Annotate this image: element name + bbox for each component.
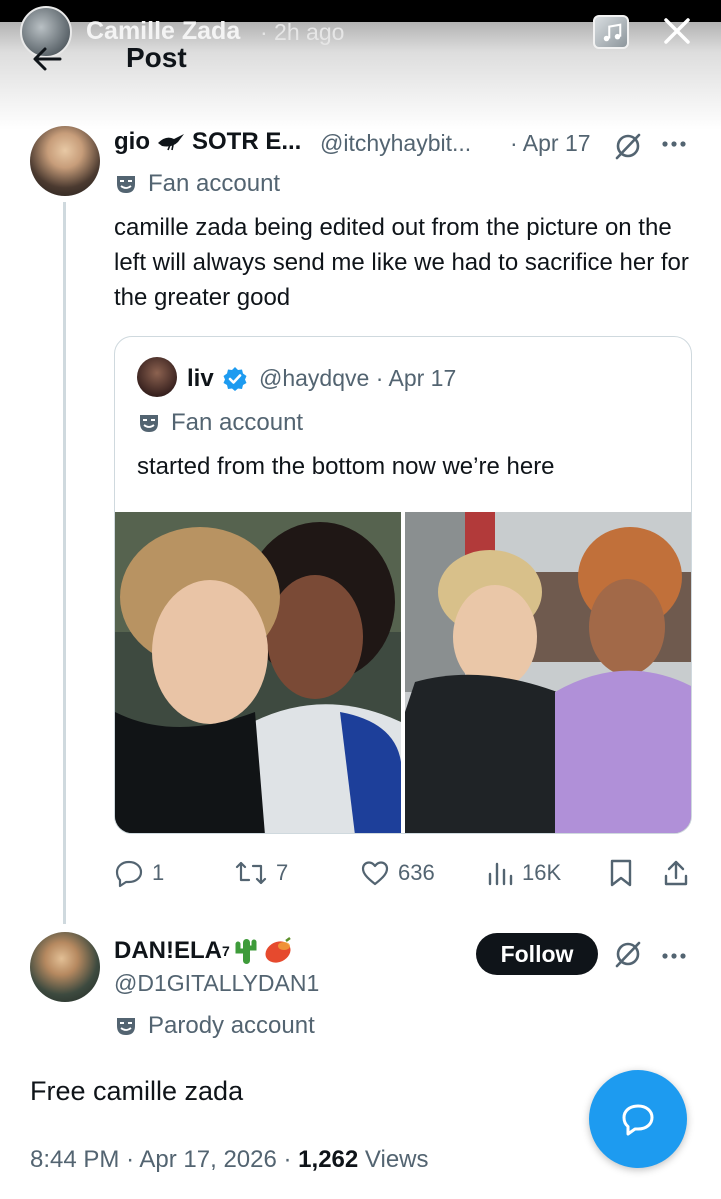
more-options-icon[interactable]: [660, 944, 688, 973]
reply-post-text: Free camille zada: [30, 1076, 244, 1106]
heart-icon: [361, 861, 389, 886]
cactus-emoji-icon: [235, 939, 257, 964]
verified-badge-icon: [221, 365, 249, 398]
story-timestamp: · 2h ago: [260, 19, 345, 45]
original-post-text: camille zada being edited out from the p…: [114, 214, 689, 311]
account-label: Fan account: [114, 170, 280, 198]
reply-post-meta: 8:44 PM · Apr 17, 2026 · 1,262 Views: [30, 1146, 429, 1174]
original-post-date[interactable]: · Apr 17: [510, 130, 591, 157]
repost-icon: [235, 861, 267, 885]
mango-emoji-icon: [265, 937, 291, 963]
compose-reply-button[interactable]: [589, 1070, 687, 1168]
repost-count: 7: [276, 860, 289, 885]
quoted-post-card[interactable]: liv @haydqve · Apr 17 Fan account starte…: [114, 336, 692, 834]
reply-display-name-superscript: 7: [222, 943, 230, 959]
reply-views-count: 1,262: [298, 1146, 359, 1173]
reply-views-label: Views: [364, 1146, 429, 1173]
quoted-photo-right[interactable]: [405, 512, 691, 833]
like-count: 636: [398, 860, 435, 885]
reply-account-label-text: Parody account: [148, 1012, 315, 1039]
follow-button[interactable]: Follow: [476, 933, 598, 975]
quoted-post-text: started from the bottom now we’re here: [137, 453, 555, 480]
display-name-suffix: SOTR E...: [192, 128, 302, 155]
views-count: 16K: [522, 860, 562, 885]
repost-button[interactable]: 7: [234, 858, 288, 888]
more-options-icon[interactable]: [660, 132, 688, 161]
reply-post-date: · Apr 17, 2026 ·: [126, 1146, 292, 1173]
reply-account-label: Parody account: [114, 1012, 315, 1040]
page-title: Post: [126, 42, 187, 73]
quoted-post-avatar: [137, 357, 177, 397]
display-name-text: gio: [114, 128, 150, 155]
back-arrow-icon[interactable]: [30, 44, 64, 74]
quoted-post-display-name: liv: [187, 365, 214, 392]
reply-post-time: 8:44 PM: [30, 1146, 120, 1173]
views-chart-icon: [488, 862, 513, 886]
quoted-post-handle: @haydqve: [259, 365, 370, 391]
reply-count: 1: [152, 860, 165, 885]
quoted-account-label: Fan account: [137, 409, 303, 437]
theater-masks-icon: [117, 176, 135, 193]
reply-display-name-text: DAN!ELA: [114, 937, 222, 964]
quoted-account-label-text: Fan account: [171, 409, 304, 436]
reply-bubble-icon: [622, 1104, 654, 1136]
bird-emoji-icon: [156, 130, 186, 158]
grok-icon[interactable]: [613, 131, 643, 166]
reply-icon: [115, 860, 143, 888]
music-sticker-icon[interactable]: [593, 15, 629, 49]
thread-connector-line: [63, 202, 66, 924]
reply-button[interactable]: 1: [114, 858, 164, 888]
bookmark-icon: [610, 859, 632, 887]
theater-masks-icon: [117, 1018, 135, 1035]
close-icon[interactable]: [658, 12, 696, 50]
reply-post-handle[interactable]: @D1GITALLYDAN1: [114, 970, 319, 997]
bookmark-button[interactable]: [608, 858, 634, 888]
original-post-display-name[interactable]: gio SOTR E...: [114, 128, 301, 158]
reply-post-avatar[interactable]: [30, 932, 100, 1002]
share-icon: [664, 860, 688, 886]
post-actions-bar: 1 7 636 16K: [114, 858, 694, 892]
reply-post-display-name[interactable]: DAN!ELA 7: [114, 936, 294, 966]
quoted-post-date: · Apr 17: [375, 365, 457, 391]
views-button[interactable]: 16K: [486, 858, 561, 888]
theater-masks-icon: [140, 415, 158, 432]
quoted-photo-left[interactable]: [115, 512, 401, 833]
like-button[interactable]: 636: [360, 858, 435, 888]
grok-icon[interactable]: [613, 939, 643, 974]
original-post-avatar[interactable]: [30, 126, 100, 196]
original-post-handle[interactable]: @itchyhaybit...: [320, 130, 471, 157]
quoted-post-handle-date: @haydqve · Apr 17: [259, 365, 456, 392]
account-label-text: Fan account: [148, 170, 281, 197]
share-button[interactable]: [662, 858, 690, 888]
